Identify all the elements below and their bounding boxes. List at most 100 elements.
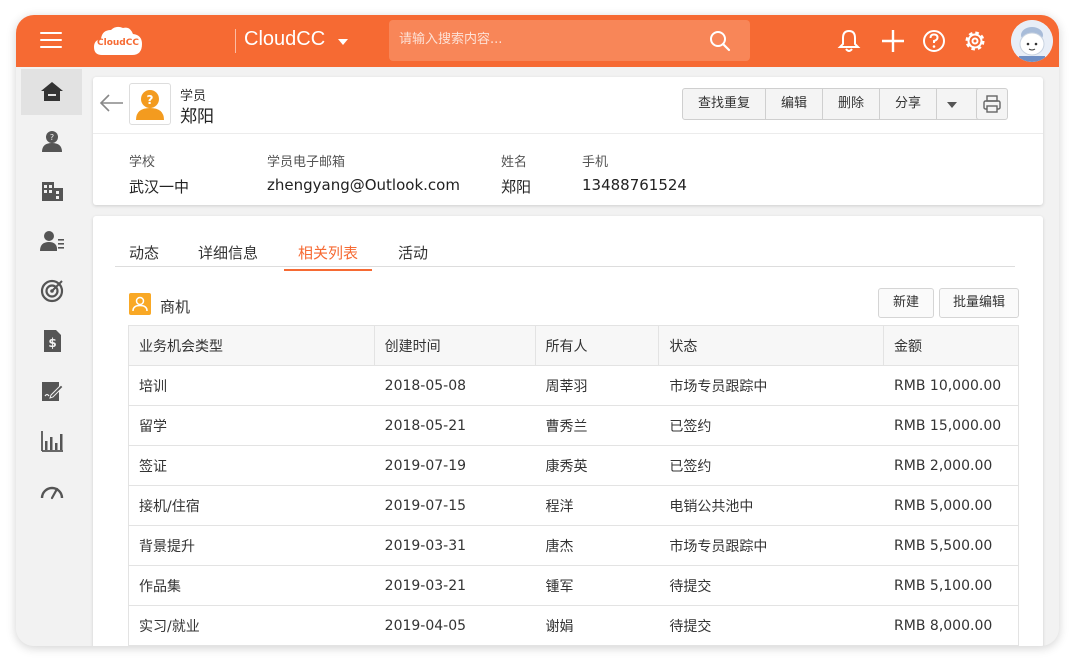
cell-created-date: 2019-07-15: [373, 485, 535, 526]
column-header[interactable]: 业务机会类型: [128, 325, 375, 366]
search-icon[interactable]: [709, 30, 731, 52]
cell-created-date: 2019-03-21: [373, 565, 535, 606]
cell-opportunity-type[interactable]: 实习/就业: [128, 605, 375, 646]
cell-status: 待提交: [658, 565, 884, 606]
gear-icon[interactable]: [962, 28, 988, 54]
column-header[interactable]: 所有人: [534, 325, 660, 366]
sidebar-item-targets[interactable]: [21, 268, 82, 314]
edit-document-icon: [41, 382, 64, 401]
back-arrow-icon[interactable]: [99, 93, 125, 113]
sidebar-item-home[interactable]: [21, 69, 82, 115]
column-header[interactable]: 创建时间: [373, 325, 536, 366]
cell-opportunity-type[interactable]: 作品集: [128, 565, 375, 606]
plus-icon[interactable]: [880, 28, 906, 54]
dashboard-gauge-icon: [40, 486, 63, 500]
share-button[interactable]: 分享: [880, 89, 938, 119]
column-header[interactable]: 状态: [658, 325, 885, 366]
header-divider: [93, 133, 1043, 134]
edit-button[interactable]: 编辑: [766, 89, 824, 119]
cell-amount: RMB 5,100.00: [883, 565, 1019, 606]
sidebar-item-contracts[interactable]: [21, 368, 82, 414]
tab-activities[interactable]: 活动: [398, 242, 428, 269]
field-value: 郑阳: [501, 178, 532, 196]
cell-amount: RMB 5,000.00: [883, 485, 1019, 526]
sidebar-item-invoices[interactable]: $: [21, 318, 82, 364]
svg-text:?: ?: [147, 93, 154, 107]
cell-created-date: 2018-05-21: [373, 405, 535, 446]
cell-opportunity-type[interactable]: 培训: [128, 365, 375, 406]
help-icon[interactable]: [921, 28, 947, 54]
cell-opportunity-type[interactable]: 签证: [128, 445, 375, 486]
app-window: CloudCC CloudCC 请输入搜索内容... ? $ ? 学员 郑阳 查…: [16, 15, 1059, 646]
cell-created-date: 2019-03-31: [373, 525, 535, 566]
sidebar-item-accounts[interactable]: [21, 168, 82, 214]
hamburger-icon[interactable]: [40, 32, 62, 50]
column-header[interactable]: 金额: [883, 325, 1019, 366]
home-icon: [40, 82, 63, 101]
student-icon: ?: [41, 131, 62, 152]
delete-button[interactable]: 删除: [823, 89, 881, 119]
bar-chart-icon: [40, 431, 63, 452]
chevron-down-icon[interactable]: [338, 39, 348, 45]
cloudcc-logo[interactable]: CloudCC: [92, 23, 144, 59]
table-row[interactable]: 作品集 2019-03-21 锺军 待提交 RMB 5,100.00: [128, 565, 1019, 606]
cell-amount: RMB 10,000.00: [883, 365, 1019, 406]
table-header-row: 业务机会类型 创建时间 所有人 状态 金额: [128, 325, 1019, 366]
cell-opportunity-type[interactable]: 留学: [128, 405, 375, 446]
field-school: 学校 武汉一中: [129, 151, 189, 197]
cell-opportunity-type[interactable]: 背景提升: [128, 525, 375, 566]
cell-owner[interactable]: 唐杰: [534, 525, 659, 566]
cell-owner[interactable]: 周莘羽: [534, 365, 659, 406]
field-value[interactable]: zhengyang@Outlook.com: [267, 176, 460, 194]
bell-icon[interactable]: [836, 28, 862, 54]
logo-text: CloudCC: [97, 38, 139, 48]
field-value[interactable]: 13488761524: [582, 176, 687, 194]
find-duplicates-button[interactable]: 查找重复: [683, 89, 767, 119]
sidebar-item-reports[interactable]: [21, 418, 82, 464]
sidebar-item-dashboards[interactable]: [21, 468, 82, 514]
bulk-edit-button[interactable]: 批量编辑: [939, 288, 1019, 318]
print-button[interactable]: [976, 88, 1008, 120]
global-search: [389, 20, 750, 61]
record-tabs: 动态 详细信息 相关列表 活动: [115, 240, 1015, 271]
sidebar: ? $: [16, 67, 90, 646]
related-list-card: 动态 详细信息 相关列表 活动 商机 新建 批量编辑 业务机会类型 创建时间 所…: [93, 216, 1043, 646]
cell-status: 电销公共池中: [658, 485, 884, 526]
topbar-divider: [235, 29, 236, 53]
cell-owner[interactable]: 谢娟: [534, 605, 659, 646]
table-row[interactable]: 留学 2018-05-21 曹秀兰 已签约 RMB 15,000.00: [128, 405, 1019, 446]
search-input[interactable]: [397, 31, 701, 48]
cell-opportunity-type[interactable]: 接机/住宿: [128, 485, 375, 526]
cell-owner[interactable]: 锺军: [534, 565, 659, 606]
table-row[interactable]: 培训 2018-05-08 周莘羽 市场专员跟踪中 RMB 10,000.00: [128, 365, 1019, 406]
new-button[interactable]: 新建: [878, 288, 934, 318]
cell-created-date: 2018-05-08: [373, 365, 535, 406]
table-row[interactable]: 背景提升 2019-03-31 唐杰 市场专员跟踪中 RMB 5,500.00: [128, 525, 1019, 566]
record-avatar: ?: [129, 83, 171, 125]
student-icon: ?: [136, 90, 164, 120]
cell-status: 已签约: [658, 445, 884, 486]
cell-status: 市场专员跟踪中: [658, 525, 884, 566]
cell-owner[interactable]: 曹秀兰: [534, 405, 659, 446]
svg-text:$: $: [48, 336, 56, 350]
sidebar-item-contacts[interactable]: [21, 218, 82, 264]
print-icon: [983, 95, 1001, 113]
avatar[interactable]: [1011, 20, 1053, 62]
tab-related-list[interactable]: 相关列表: [284, 242, 373, 271]
table-row[interactable]: 签证 2019-07-19 康秀英 已签约 RMB 2,000.00: [128, 445, 1019, 486]
record-action-buttons: 查找重复 编辑 删除 分享: [682, 88, 999, 120]
cell-owner[interactable]: 康秀英: [534, 445, 659, 486]
table-row[interactable]: 接机/住宿 2019-07-15 程洋 电销公共池中 RMB 5,000.00: [128, 485, 1019, 526]
svg-text:?: ?: [49, 133, 53, 142]
tab-activity-feed[interactable]: 动态: [129, 242, 159, 269]
table-row[interactable]: 实习/就业 2019-04-05 谢娟 待提交 RMB 8,000.00: [128, 605, 1019, 646]
sidebar-item-student[interactable]: ?: [21, 118, 82, 164]
app-name[interactable]: CloudCC: [244, 28, 325, 51]
cell-owner[interactable]: 程洋: [534, 485, 659, 526]
target-icon: [40, 279, 63, 303]
building-icon: [41, 182, 63, 201]
cell-status: 已签约: [658, 405, 884, 446]
field-value: 武汉一中: [129, 178, 190, 196]
tab-details[interactable]: 详细信息: [198, 242, 258, 269]
related-list-title[interactable]: 商机: [160, 296, 190, 317]
